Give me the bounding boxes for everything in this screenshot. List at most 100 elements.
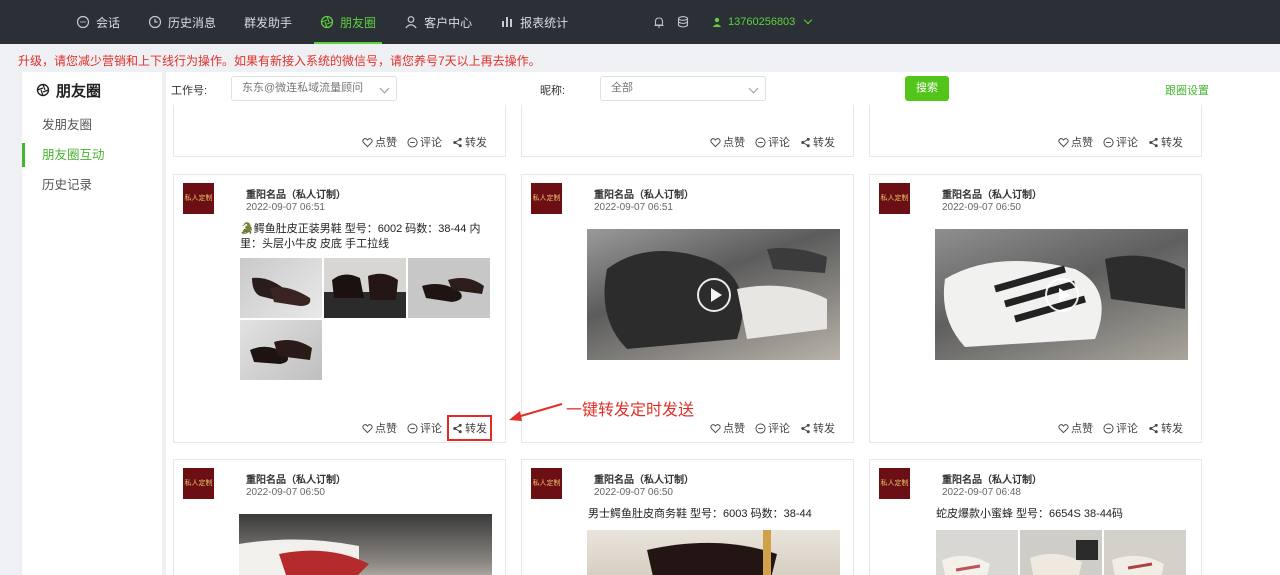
- forward-button[interactable]: 转发: [447, 415, 492, 441]
- nav-item-history[interactable]: 历史消息: [134, 0, 230, 44]
- post-image[interactable]: [240, 258, 322, 318]
- comment-label: 评论: [420, 423, 442, 435]
- avatar-text: 私人定制: [880, 479, 909, 487]
- sidebar-item-interaction[interactable]: 朋友圈互动: [22, 140, 162, 170]
- post-author: 重阳名品（私人订制）: [246, 475, 346, 486]
- account-phone: 13760256803: [728, 16, 796, 28]
- forward-label: 转发: [813, 137, 835, 149]
- like-button[interactable]: 点赞: [1058, 420, 1093, 436]
- forward-label: 转发: [813, 423, 835, 435]
- heart-icon: [1058, 423, 1069, 433]
- nickname-select-value: 全部: [611, 82, 633, 94]
- avatar-text: 私人定制: [532, 194, 561, 202]
- share-icon: [453, 137, 462, 147]
- avatar[interactable]: 私人定制: [531, 468, 562, 499]
- shoe-image: [250, 340, 312, 364]
- nav-item-customers[interactable]: 客户中心: [390, 0, 486, 44]
- play-icon[interactable]: [696, 277, 731, 312]
- post-time: 2022-09-07 06:50: [594, 487, 673, 498]
- moments-icon: [36, 83, 50, 97]
- account-select[interactable]: 东东@微连私域流量顾问: [231, 76, 397, 101]
- forward-button[interactable]: 转发: [800, 134, 835, 150]
- comment-label: 评论: [1116, 423, 1138, 435]
- sidebar-item-post[interactable]: 发朋友圈: [22, 110, 162, 140]
- nickname-label: 昵称:: [540, 85, 566, 97]
- play-icon[interactable]: [1044, 277, 1079, 312]
- account-label: 工作号:: [171, 85, 208, 97]
- like-button[interactable]: 点赞: [710, 420, 745, 436]
- like-label: 点赞: [1071, 423, 1093, 435]
- follow-settings-link[interactable]: 跟圈设置: [1165, 82, 1209, 98]
- forward-button[interactable]: 转发: [1148, 134, 1183, 150]
- sidebar-title-text: 朋友圈: [56, 82, 102, 100]
- post-time: 2022-09-07 06:51: [246, 202, 325, 213]
- post-time: 2022-09-07 06:48: [942, 487, 1021, 498]
- account-menu[interactable]: 13760256803: [712, 15, 813, 28]
- comment-icon: [1103, 136, 1114, 148]
- top-nav: 会话 历史消息 群发助手 朋友圈 客户中心 报表统计 13760256803: [0, 0, 1280, 44]
- sidebar-item-history[interactable]: 历史记录: [22, 170, 162, 200]
- comment-icon: [407, 136, 418, 148]
- chevron-down-icon: [804, 15, 813, 25]
- chevron-down-icon: [379, 83, 390, 94]
- database-icon[interactable]: [676, 15, 690, 29]
- post-actions: 点赞 评论 转发: [1058, 420, 1183, 436]
- forward-label: 转发: [465, 137, 487, 149]
- nav-item-broadcast[interactable]: 群发助手: [230, 0, 306, 44]
- avatar[interactable]: 私人定制: [879, 183, 910, 214]
- post-card: 私人定制 重阳名品（私人订制） 2022-09-07 06:50 点赞 评论 转…: [869, 174, 1202, 443]
- post-actions: 点赞 评论 转发: [362, 415, 492, 441]
- like-label: 点赞: [723, 137, 745, 149]
- avatar[interactable]: 私人定制: [879, 468, 910, 499]
- post-image[interactable]: [324, 258, 406, 318]
- comment-button[interactable]: 评论: [1103, 420, 1138, 436]
- nav-label: 会话: [96, 15, 121, 30]
- post-card: 点赞 评论 转发: [173, 105, 506, 157]
- avatar-text: 私人定制: [532, 479, 561, 487]
- post-image[interactable]: [408, 258, 490, 318]
- nav-item-reports[interactable]: 报表统计: [486, 0, 582, 44]
- like-button[interactable]: 点赞: [362, 420, 397, 436]
- post-author: 重阳名品（私人订制）: [246, 190, 346, 201]
- search-button[interactable]: 搜索: [905, 76, 949, 101]
- post-image[interactable]: [1020, 530, 1102, 575]
- comment-button[interactable]: 评论: [755, 420, 790, 436]
- like-button[interactable]: 点赞: [362, 134, 397, 150]
- avatar[interactable]: 私人定制: [183, 183, 214, 214]
- nav-item-chat[interactable]: 会话: [62, 0, 134, 44]
- post-video[interactable]: [587, 229, 840, 360]
- avatar[interactable]: 私人定制: [531, 183, 562, 214]
- forward-button[interactable]: 转发: [800, 420, 835, 436]
- post-time: 2022-09-07 06:50: [246, 487, 325, 498]
- post-image[interactable]: [1104, 530, 1186, 575]
- like-button[interactable]: 点赞: [710, 134, 745, 150]
- share-icon: [801, 137, 810, 147]
- post-image[interactable]: [239, 514, 492, 575]
- comment-icon: [1103, 422, 1114, 434]
- post-image[interactable]: [936, 530, 1018, 575]
- comment-button[interactable]: 评论: [755, 134, 790, 150]
- post-actions: 点赞 评论 转发: [362, 134, 487, 150]
- comment-button[interactable]: 评论: [407, 134, 442, 150]
- forward-button[interactable]: 转发: [452, 134, 487, 150]
- post-card: 私人定制 重阳名品（私人订制） 2022-09-07 06:50: [173, 459, 506, 575]
- moments-icon: [320, 15, 334, 29]
- post-card: 点赞 评论 转发: [521, 105, 854, 157]
- comment-button[interactable]: 评论: [1103, 134, 1138, 150]
- nickname-select[interactable]: 全部: [600, 76, 766, 101]
- comment-label: 评论: [420, 137, 442, 149]
- comment-button[interactable]: 评论: [407, 420, 442, 436]
- forward-label: 转发: [1161, 137, 1183, 149]
- share-icon: [1149, 423, 1158, 433]
- chat-icon: [76, 15, 90, 29]
- nav-item-moments[interactable]: 朋友圈: [306, 0, 390, 44]
- forward-button[interactable]: 转发: [1148, 420, 1183, 436]
- post-image[interactable]: [240, 320, 322, 380]
- comment-icon: [755, 136, 766, 148]
- shoe-image: [647, 530, 777, 575]
- post-image[interactable]: [587, 530, 840, 575]
- avatar[interactable]: 私人定制: [183, 468, 214, 499]
- like-button[interactable]: 点赞: [1058, 134, 1093, 150]
- post-video[interactable]: [935, 229, 1188, 360]
- bell-icon[interactable]: [652, 15, 666, 29]
